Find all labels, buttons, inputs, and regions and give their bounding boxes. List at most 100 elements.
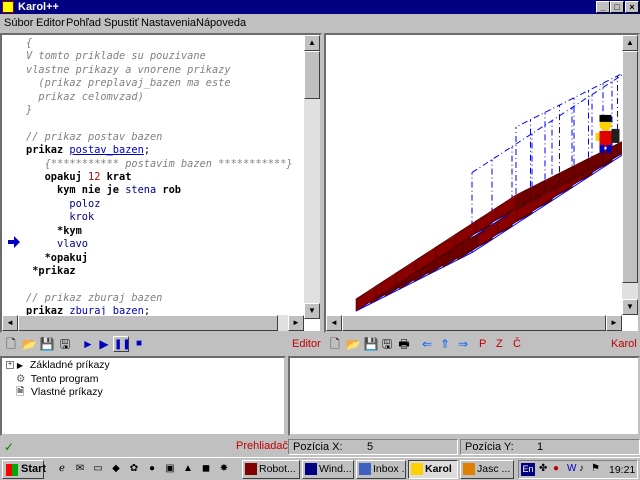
open-file-icon[interactable]: 📂 xyxy=(21,336,37,352)
command-tree[interactable]: + ▶ Základné príkazy ⚙ Tento program 🗎 V… xyxy=(0,356,286,436)
world-scroll-up-button[interactable]: ▲ xyxy=(622,35,638,51)
tree-item-label: Vlastné príkazy xyxy=(30,386,103,398)
tree-item-basic-commands[interactable]: + ▶ Základné príkazy xyxy=(6,359,110,372)
code-line: vlastne prikazy a vnorene prikazy xyxy=(26,63,231,76)
code-line: (prikaz preplavaj_bazen ma este xyxy=(26,77,231,90)
pick-brick-button[interactable]: Z xyxy=(496,338,503,350)
quicklaunch-app3-icon[interactable]: ● xyxy=(146,463,158,475)
quicklaunch-app6-icon[interactable]: ◼ xyxy=(200,463,212,475)
menu-spustit[interactable]: Spustiť xyxy=(104,17,139,29)
preview-label[interactable]: Prehliadač xyxy=(232,439,288,455)
triangle-icon: ▶ xyxy=(16,361,24,370)
editor-toolbar-label: Editor xyxy=(292,338,321,350)
turn-left-arrow-icon[interactable]: ⇐ xyxy=(419,336,435,352)
code-line: V tomto priklade su pouzivane xyxy=(26,50,206,63)
world-open-icon[interactable]: 📂 xyxy=(345,336,361,352)
expand-icon[interactable]: + xyxy=(6,361,14,370)
tray-app4-icon[interactable]: ⚑ xyxy=(591,463,600,474)
menu-subor[interactable]: Súbor xyxy=(4,17,33,29)
world-save-icon[interactable]: 💾 xyxy=(363,336,379,352)
save-icon[interactable]: 💾 xyxy=(39,336,55,352)
minimize-button[interactable]: _ xyxy=(596,1,610,13)
pause-icon[interactable]: ❚❚ xyxy=(113,336,131,352)
code-editor[interactable]: {V tomto priklade su pouzivane vlastne pr… xyxy=(0,33,322,333)
world-vertical-scrollbar[interactable]: ▲ ▼ xyxy=(622,35,638,315)
world-hscroll-thumb[interactable] xyxy=(342,315,606,331)
world-scroll-down-button[interactable]: ▼ xyxy=(622,299,638,315)
scroll-left-button[interactable]: ◄ xyxy=(2,315,18,331)
code-text[interactable]: {V tomto priklade su pouzivane vlastne pr… xyxy=(26,37,308,319)
position-y-value: 1 xyxy=(537,441,544,453)
current-line-arrow-icon xyxy=(8,236,20,248)
quicklaunch-mail-icon[interactable]: ✉ xyxy=(74,463,86,475)
run-icon[interactable]: ► xyxy=(80,336,96,352)
karol-world-view[interactable]: ▲ ▼ ◄ ► xyxy=(324,33,640,333)
gear-icon: ⚙ xyxy=(16,373,26,385)
editor-horizontal-scrollbar[interactable]: ◄ ► xyxy=(2,315,304,331)
put-brick-button[interactable]: P xyxy=(479,338,486,350)
world-scroll-right-button[interactable]: ► xyxy=(606,315,622,331)
task-jasc[interactable]: Jasc ... xyxy=(460,460,514,479)
turn-right-arrow-icon[interactable]: ⇒ xyxy=(455,336,471,352)
tray-app2-icon[interactable]: ● xyxy=(553,463,559,474)
menu-bar: Súbor Editor Pohľad Spustiť Nastavenia N… xyxy=(0,14,640,32)
task-app-icon xyxy=(411,463,423,475)
tray-app-icon[interactable]: ✤ xyxy=(539,463,547,474)
position-y-field: Pozícia Y: 1 xyxy=(460,439,640,455)
quicklaunch-app7-icon[interactable]: ✸ xyxy=(218,463,230,475)
print-icon[interactable]: 🖶 xyxy=(396,336,412,352)
task-windows[interactable]: Wind... xyxy=(302,460,354,479)
close-button[interactable]: × xyxy=(625,1,639,13)
tree-item-this-program[interactable]: ⚙ Tento program xyxy=(16,373,98,386)
code-line: poloz xyxy=(26,197,101,210)
quicklaunch-app-icon[interactable]: ◆ xyxy=(110,463,122,475)
step-icon[interactable]: ▶ xyxy=(96,336,112,352)
world-scroll-thumb[interactable] xyxy=(622,51,638,283)
menu-pohlad[interactable]: Pohľad xyxy=(66,17,101,29)
tree-item-label: Základné príkazy xyxy=(29,359,110,371)
system-tray: En ✤ ● W ♪ ⚑ 19:21 xyxy=(518,460,638,479)
save-all-icon[interactable]: 🖫 xyxy=(57,336,73,352)
menu-napoveda[interactable]: Nápoveda xyxy=(196,17,246,29)
scroll-up-button[interactable]: ▲ xyxy=(304,35,320,51)
code-line: } xyxy=(26,104,33,117)
language-indicator[interactable]: En xyxy=(521,463,535,476)
task-app-icon xyxy=(463,463,475,475)
quicklaunch-app5-icon[interactable]: ▲ xyxy=(182,463,194,475)
world-save-all-icon[interactable]: 🖫 xyxy=(379,336,395,352)
position-x-field: Pozícia X: 5 xyxy=(288,439,458,455)
mark-button[interactable]: Č xyxy=(513,338,521,350)
task-karol[interactable]: Karol xyxy=(408,460,458,479)
karol-arm xyxy=(595,132,600,141)
world-new-icon[interactable]: 🗋 xyxy=(327,336,343,352)
maximize-button[interactable]: □ xyxy=(610,1,624,13)
task-inbox[interactable]: Inbox ... xyxy=(356,460,406,479)
stop-icon[interactable]: ■ xyxy=(131,336,147,352)
start-button[interactable]: Start xyxy=(2,460,46,479)
check-icon: ✓ xyxy=(4,440,15,454)
quicklaunch-ie-icon[interactable]: ℯ xyxy=(56,463,68,475)
step-forward-arrow-icon[interactable]: ⇑ xyxy=(437,336,453,352)
scroll-down-button[interactable]: ▼ xyxy=(304,303,320,319)
editor-vertical-scrollbar[interactable]: ▲ ▼ xyxy=(304,35,320,319)
quicklaunch-desktop-icon[interactable]: ▭ xyxy=(92,463,104,475)
quicklaunch-app2-icon[interactable]: ✿ xyxy=(128,463,140,475)
hscroll-thumb[interactable] xyxy=(18,315,278,331)
task-app-icon xyxy=(305,463,317,475)
code-line: // prikaz postav bazen xyxy=(26,130,163,143)
menu-nastavenia[interactable]: Nastavenia xyxy=(141,17,196,29)
tray-app3-icon[interactable]: W xyxy=(567,463,576,474)
karol-backpack xyxy=(611,128,620,143)
tree-item-custom-commands[interactable]: 🗎 Vlastné príkazy xyxy=(16,386,103,399)
new-file-icon[interactable]: 🗋 xyxy=(3,336,19,352)
world-horizontal-scrollbar[interactable]: ◄ ► xyxy=(326,315,622,331)
scroll-thumb[interactable] xyxy=(304,51,320,99)
task-robot[interactable]: Robot... xyxy=(242,460,300,479)
code-line: prikaz celomvzad) xyxy=(26,90,144,103)
world-scroll-left-button[interactable]: ◄ xyxy=(326,315,342,331)
quicklaunch-app4-icon[interactable]: ▣ xyxy=(164,463,176,475)
volume-icon[interactable]: ♪ xyxy=(579,463,584,474)
scroll-right-button[interactable]: ► xyxy=(288,315,304,331)
menu-editor[interactable]: Editor xyxy=(36,17,65,29)
